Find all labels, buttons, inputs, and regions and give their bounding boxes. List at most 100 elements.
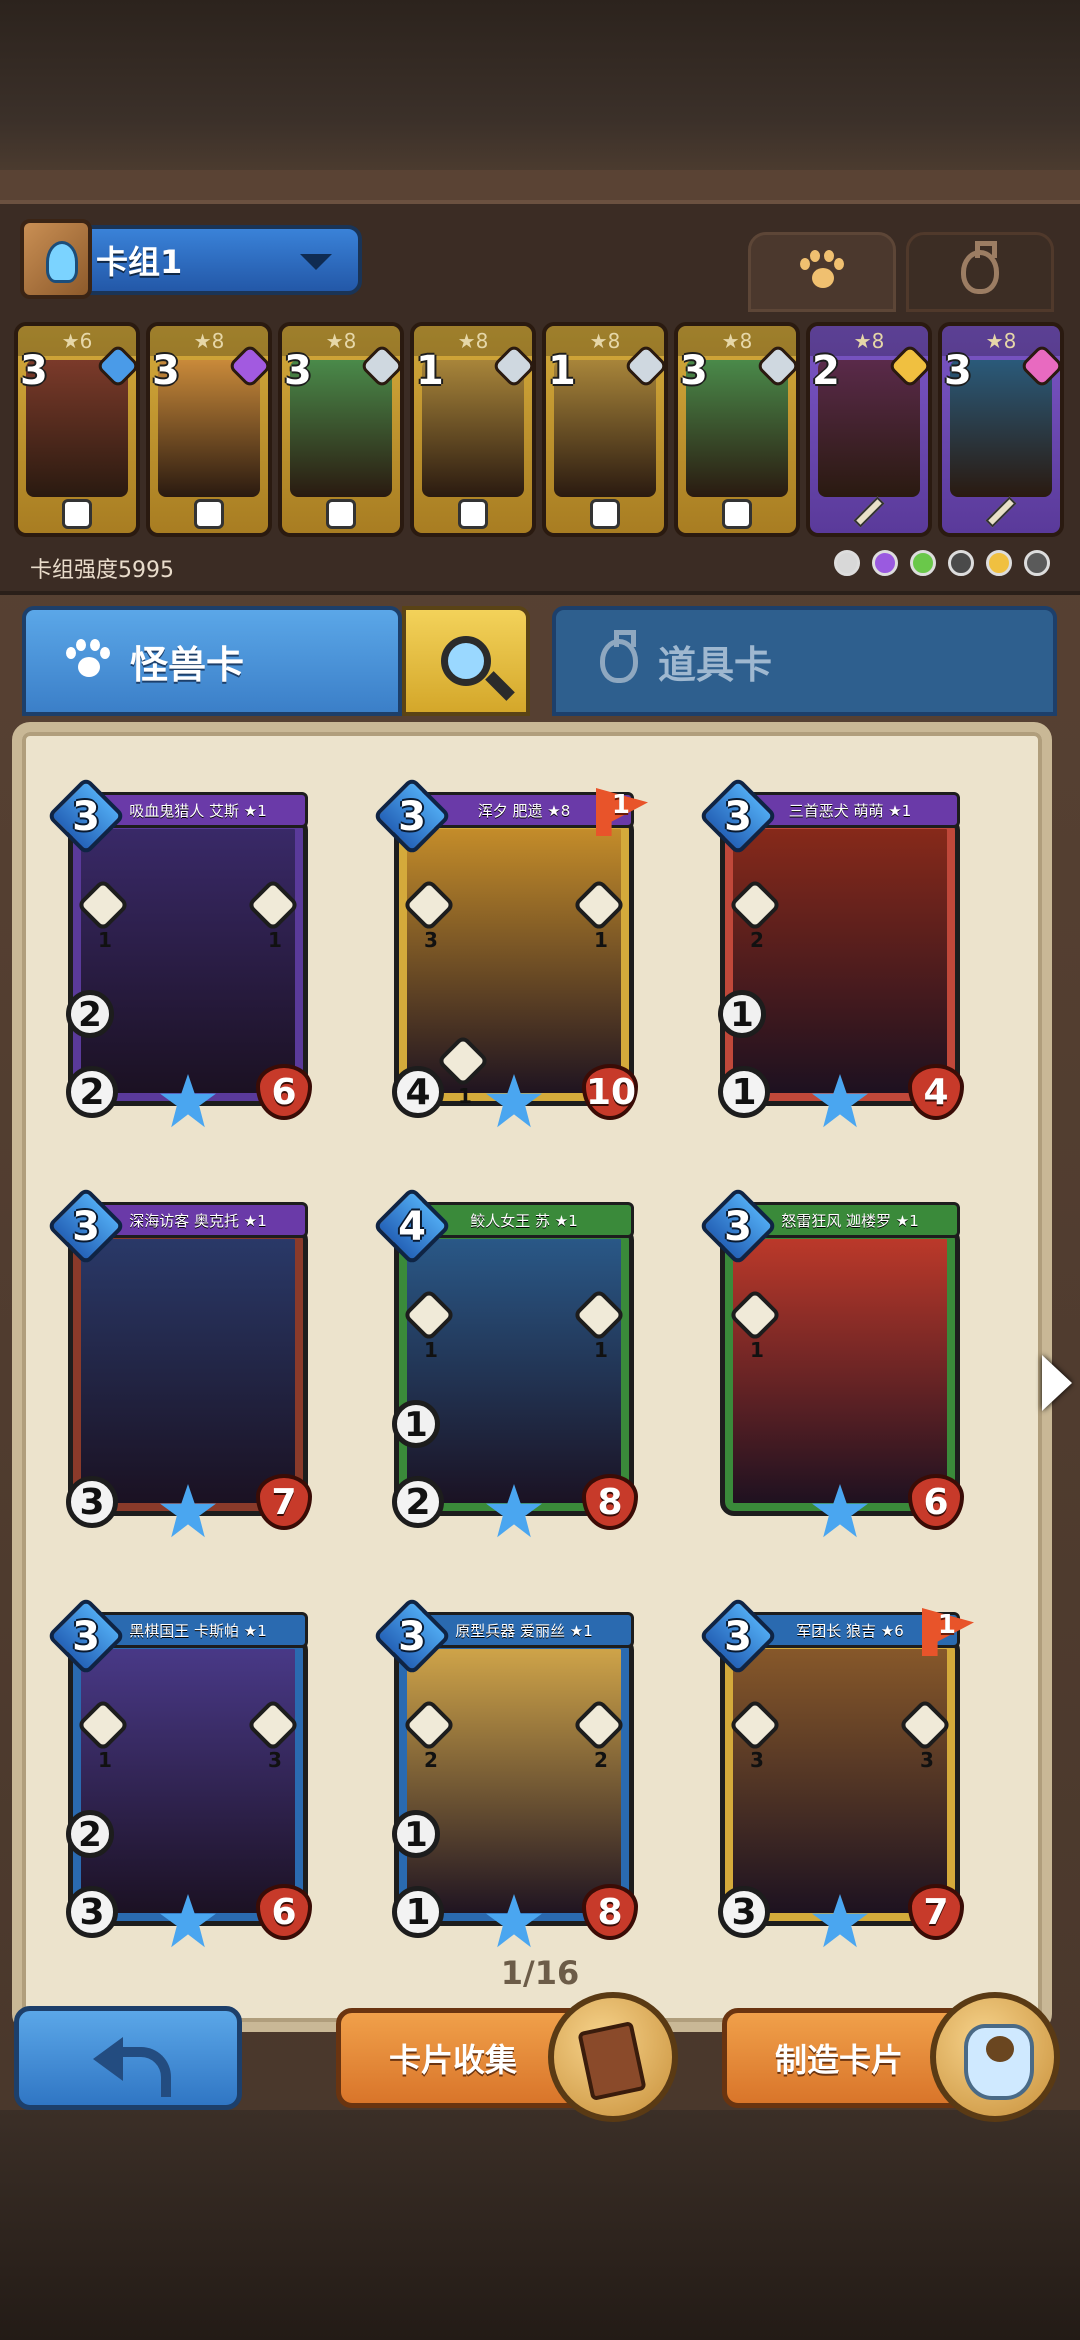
card-cost: 3 (152, 348, 180, 394)
search-button[interactable] (402, 606, 530, 716)
skill-count: 3 (424, 928, 438, 952)
card-attack: 3 (718, 1886, 770, 1938)
deck-card[interactable]: ★8 1 (542, 322, 668, 537)
deck-traits (834, 550, 1050, 576)
deck-card[interactable]: ★8 3 (278, 322, 404, 537)
paw-icon (66, 639, 110, 683)
tab-item-deck[interactable] (906, 232, 1054, 312)
trait-icon (1024, 550, 1050, 576)
deck-card[interactable]: ★8 2 (806, 322, 932, 537)
monster-card[interactable]: 三首恶犬 萌萌 ★1 3 2 1 1 4 (698, 776, 970, 1128)
monster-card[interactable]: 黑棋国王 卡斯帕 ★1 3 1 3 2 3 6 (46, 1596, 318, 1948)
card-health: 6 (256, 1064, 312, 1120)
card-cost: 3 (72, 794, 100, 840)
trait-icon (872, 550, 898, 576)
card-cost: 3 (680, 348, 708, 394)
trait-icon (834, 550, 860, 576)
deck-card-row: ★6 3 ★8 3 ★8 3 ★8 1 ★8 1 ★8 3 ★8 2 ★8 3 (14, 322, 1072, 537)
card-attack: 1 (392, 1886, 444, 1938)
card-stat-middle: 2 (66, 1810, 114, 1858)
skill-count: 3 (920, 1748, 934, 1772)
card-stat-middle: 1 (718, 990, 766, 1038)
potion-icon (600, 630, 638, 683)
monster-card[interactable]: 深海访客 奥克托 ★1 3 3 7 (46, 1186, 318, 1538)
tab-monster-deck[interactable] (748, 232, 896, 312)
card-health: 10 (582, 1064, 638, 1120)
monster-card[interactable]: 浑夕 肥遗 ★8 3 1 3 1 1 4 10 (372, 776, 648, 1128)
card-cost: 3 (944, 348, 972, 394)
card-cost: 3 (72, 1204, 100, 1250)
monster-card[interactable]: 军团长 狼吉 ★6 3 1 3 3 3 7 (698, 1596, 974, 1948)
page-indicator: 1/16 (500, 1954, 580, 1992)
deck-card[interactable]: ★8 3 (146, 322, 272, 537)
trait-icon (948, 550, 974, 576)
skill-count: 1 (268, 928, 282, 952)
trait-icon (986, 550, 1012, 576)
bottom-background (0, 2110, 1080, 2340)
deck-card[interactable]: ★8 3 (674, 322, 800, 537)
card-frame (394, 1226, 634, 1516)
skill-count: 3 (268, 1748, 282, 1772)
deck-power: 卡组强度5995 (30, 558, 174, 583)
monster-card[interactable]: 吸血鬼猎人 艾斯 ★1 3 1 1 2 2 6 (46, 776, 318, 1128)
dice-icon (194, 499, 224, 529)
skill-count: 1 (594, 1338, 608, 1362)
dice-icon (722, 499, 752, 529)
card-cost: 3 (398, 1614, 426, 1660)
card-frame (720, 1636, 960, 1926)
card-name: 黑棋国王 卡斯帕 ★1 (88, 1612, 308, 1648)
card-health: 8 (582, 1884, 638, 1940)
back-arrow-icon (93, 2033, 171, 2097)
craft-jar-icon (930, 1992, 1060, 2122)
skill-count: 1 (750, 1338, 764, 1362)
card-frame (68, 816, 308, 1106)
card-cost: 1 (548, 348, 576, 394)
card-attack: 3 (66, 1476, 118, 1528)
next-page-arrow[interactable] (1042, 1355, 1072, 1411)
deck-name: 卡组1 (96, 243, 183, 281)
tab-monster-cards[interactable]: 怪兽卡 (22, 606, 402, 716)
card-cost: 3 (724, 794, 752, 840)
tab-item-cards[interactable]: 道具卡 (552, 606, 1057, 716)
skill-count: 1 (594, 928, 608, 952)
card-attack: 3 (66, 1886, 118, 1938)
card-stat-middle: 1 (392, 1400, 440, 1448)
card-collection-panel: 吸血鬼猎人 艾斯 ★1 3 1 1 2 2 6 浑夕 肥遗 ★8 3 1 3 1 1 4 10 三首恶犬 萌萌… (12, 722, 1052, 2032)
card-frame (720, 816, 960, 1106)
card-cost: 3 (398, 794, 426, 840)
card-attack: 2 (392, 1476, 444, 1528)
monster-card[interactable]: 怒雷狂风 迦楼罗 ★1 3 1 6 (698, 1186, 970, 1538)
card-frame (68, 1226, 308, 1516)
deck-card[interactable]: ★8 1 (410, 322, 536, 537)
card-health: 6 (908, 1474, 964, 1530)
card-cost: 3 (724, 1614, 752, 1660)
card-health: 4 (908, 1064, 964, 1120)
monster-card[interactable]: 原型兵器 爱丽丝 ★1 3 2 2 1 1 8 (372, 1596, 644, 1948)
craft-card-label: 制造卡片 (775, 2041, 904, 2079)
card-cost: 4 (398, 1204, 426, 1250)
card-cost: 3 (20, 348, 48, 394)
search-icon (441, 636, 491, 686)
back-button[interactable] (14, 2006, 242, 2110)
potion-icon (961, 241, 999, 294)
card-health: 8 (582, 1474, 638, 1530)
card-attack: 1 (718, 1066, 770, 1118)
card-cost: 3 (724, 1204, 752, 1250)
card-name: 原型兵器 爱丽丝 ★1 (414, 1612, 634, 1648)
deck-card[interactable]: ★8 3 (938, 322, 1064, 537)
card-health: 7 (908, 1884, 964, 1940)
card-name: 鲛人女王 苏 ★1 (414, 1202, 634, 1238)
paw-icon (800, 250, 844, 294)
deck-selector[interactable]: 卡组1 (20, 219, 362, 299)
deck-book-icon (20, 219, 92, 299)
monster-card[interactable]: 鲛人女王 苏 ★1 4 1 1 1 2 8 (372, 1186, 644, 1538)
card-frame (720, 1226, 960, 1516)
card-name: 三首恶犬 萌萌 ★1 (740, 792, 960, 828)
card-collection-label: 卡片收集 (389, 2041, 518, 2079)
deck-card[interactable]: ★6 3 (14, 322, 140, 537)
dice-icon (590, 499, 620, 529)
flag-count: 1 (937, 1610, 956, 1640)
skill-count: 2 (594, 1748, 608, 1772)
skill-count: 2 (424, 1748, 438, 1772)
dropdown-caret-icon (300, 254, 332, 270)
